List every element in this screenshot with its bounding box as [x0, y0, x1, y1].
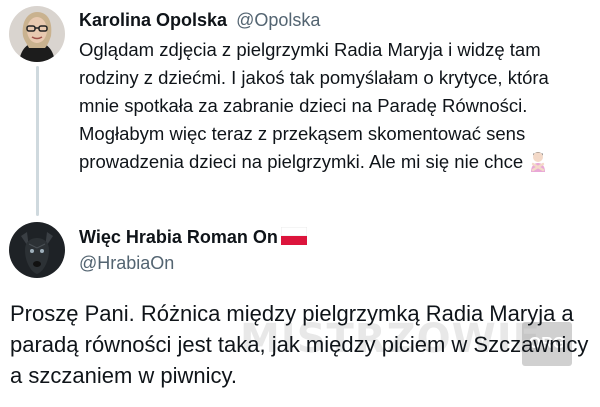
woman-gesturing-no-icon: [527, 150, 549, 180]
author-name[interactable]: Karolina Opolska: [79, 10, 227, 30]
avatar-hrabia[interactable]: [9, 222, 65, 278]
tweet-thread: Karolina Opolska @Opolska Oglądam zdjęci…: [0, 0, 600, 407]
avatar-karolina[interactable]: [9, 6, 65, 62]
tweet2-body: Proszę Pani. Różnica między pielgrzymką …: [10, 301, 589, 388]
thread-connector-line: [36, 66, 39, 216]
author-handle[interactable]: @Opolska: [236, 10, 320, 30]
author-handle[interactable]: @HrabiaOn: [79, 251, 174, 275]
author-name[interactable]: Więc Hrabia Roman On: [79, 227, 278, 247]
tweet1-text: Oglądam zdjęcia z pielgrzymki Radia Mary…: [79, 39, 549, 172]
tweet2-header: Więc Hrabia Roman On: [79, 225, 308, 251]
tweet1-header: Karolina Opolska @Opolska: [79, 8, 320, 32]
poland-flag-icon: [280, 226, 308, 251]
tweet1-body: Oglądam zdjęcia z pielgrzymki Radia Mary…: [79, 36, 594, 180]
